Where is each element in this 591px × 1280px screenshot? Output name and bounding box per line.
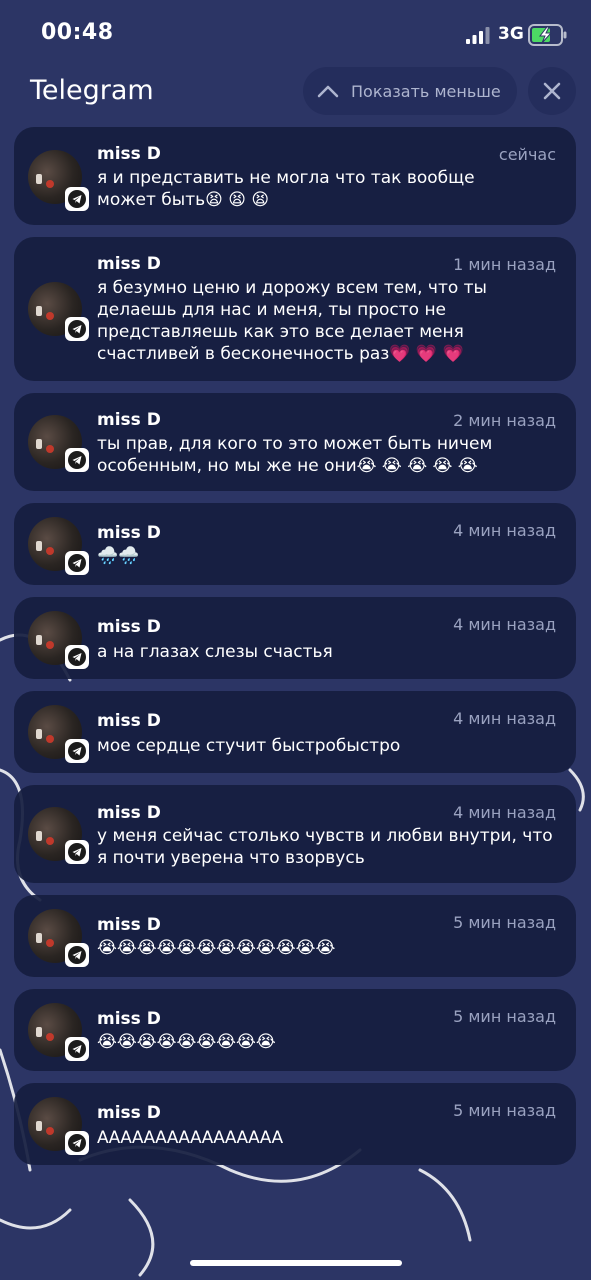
show-less-button[interactable]: Показать меньше bbox=[303, 67, 517, 115]
show-less-label: Показать меньше bbox=[351, 81, 501, 101]
notification-time: 1 мин назад bbox=[453, 255, 556, 274]
notification-card[interactable]: miss D 1 мин назад я безумно ценю и доро… bbox=[14, 237, 576, 381]
status-bar: 00:48 3G bbox=[0, 0, 591, 70]
signal-icon bbox=[466, 27, 490, 44]
notification-text: мое сердце стучит быстробыстро bbox=[97, 736, 401, 756]
notification-card[interactable]: miss D 5 мин назад 😭😭😭😭😭😭😭😭😭 bbox=[14, 989, 576, 1071]
close-button[interactable] bbox=[528, 67, 576, 115]
telegram-icon bbox=[65, 1131, 89, 1155]
notification-time: 4 мин назад bbox=[453, 803, 556, 822]
notification-sender: miss D bbox=[97, 1103, 161, 1123]
chevron-up-icon bbox=[317, 85, 339, 98]
notification-sender: miss D bbox=[97, 1009, 161, 1029]
notification-text: у меня сейчас столько чувств и любви вну… bbox=[97, 826, 553, 868]
telegram-icon bbox=[65, 645, 89, 669]
notification-text: 😭😭😭😭😭😭😭😭😭 bbox=[97, 1032, 276, 1052]
notification-time: 4 мин назад bbox=[453, 615, 556, 634]
notification-card[interactable]: miss D 4 мин назад у меня сейчас столько… bbox=[14, 785, 576, 883]
close-icon bbox=[543, 82, 561, 100]
status-time: 00:48 bbox=[41, 20, 114, 45]
notification-card[interactable]: miss D 5 мин назад 😭😭😭😭😭😭😭😭😭😭😭😭 bbox=[14, 895, 576, 977]
notification-text: я и представить не могла что так вообще … bbox=[97, 168, 475, 210]
network-type: 3G bbox=[498, 24, 524, 44]
notification-time: 5 мин назад bbox=[453, 1007, 556, 1026]
notification-text: ты прав, для кого то это может быть ниче… bbox=[97, 434, 493, 476]
notification-sender: miss D bbox=[97, 617, 161, 637]
notification-time: 4 мин назад bbox=[453, 709, 556, 728]
notification-text: 🌧️🌧️ bbox=[97, 546, 140, 566]
notification-sender: miss D bbox=[97, 803, 161, 823]
home-indicator[interactable] bbox=[190, 1260, 402, 1266]
notification-text: 😭😭😭😭😭😭😭😭😭😭😭😭 bbox=[97, 938, 336, 958]
notification-sender: miss D bbox=[97, 410, 161, 430]
telegram-icon bbox=[65, 943, 89, 967]
notification-time: 5 мин назад bbox=[453, 1101, 556, 1120]
notification-sender: miss D bbox=[97, 711, 161, 731]
notification-text: АААААААААААААААА bbox=[97, 1128, 284, 1148]
notification-sender: miss D bbox=[97, 144, 161, 164]
telegram-icon bbox=[65, 1037, 89, 1061]
telegram-icon bbox=[65, 448, 89, 472]
notification-time: сейчас bbox=[498, 145, 556, 164]
notification-card[interactable]: miss D 2 мин назад ты прав, для кого то … bbox=[14, 393, 576, 491]
notification-group-title: Telegram bbox=[30, 75, 154, 106]
notification-card[interactable]: miss D 4 мин назад 🌧️🌧️ bbox=[14, 503, 576, 585]
notification-sender: miss D bbox=[97, 254, 161, 274]
notification-card[interactable]: miss D 5 мин назад АААААААААААААААА bbox=[14, 1083, 576, 1165]
notification-sender: miss D bbox=[97, 915, 161, 935]
telegram-icon bbox=[65, 739, 89, 763]
battery-charging-icon bbox=[528, 24, 567, 46]
telegram-icon bbox=[65, 187, 89, 211]
notification-card[interactable]: miss D сейчас я и представить не могла ч… bbox=[14, 127, 576, 225]
telegram-icon bbox=[65, 317, 89, 341]
notification-card[interactable]: miss D 4 мин назад а на глазах слезы сча… bbox=[14, 597, 576, 679]
notification-card[interactable]: miss D 4 мин назад мое сердце стучит быс… bbox=[14, 691, 576, 773]
telegram-icon bbox=[65, 551, 89, 575]
notification-time: 2 мин назад bbox=[453, 411, 556, 430]
notification-text: я безумно ценю и дорожу всем тем, что ты… bbox=[97, 278, 487, 364]
notification-time: 5 мин назад bbox=[453, 913, 556, 932]
notification-time: 4 мин назад bbox=[453, 521, 556, 540]
telegram-icon bbox=[65, 840, 89, 864]
notification-text: а на глазах слезы счастья bbox=[97, 642, 333, 662]
notification-sender: miss D bbox=[97, 523, 161, 543]
